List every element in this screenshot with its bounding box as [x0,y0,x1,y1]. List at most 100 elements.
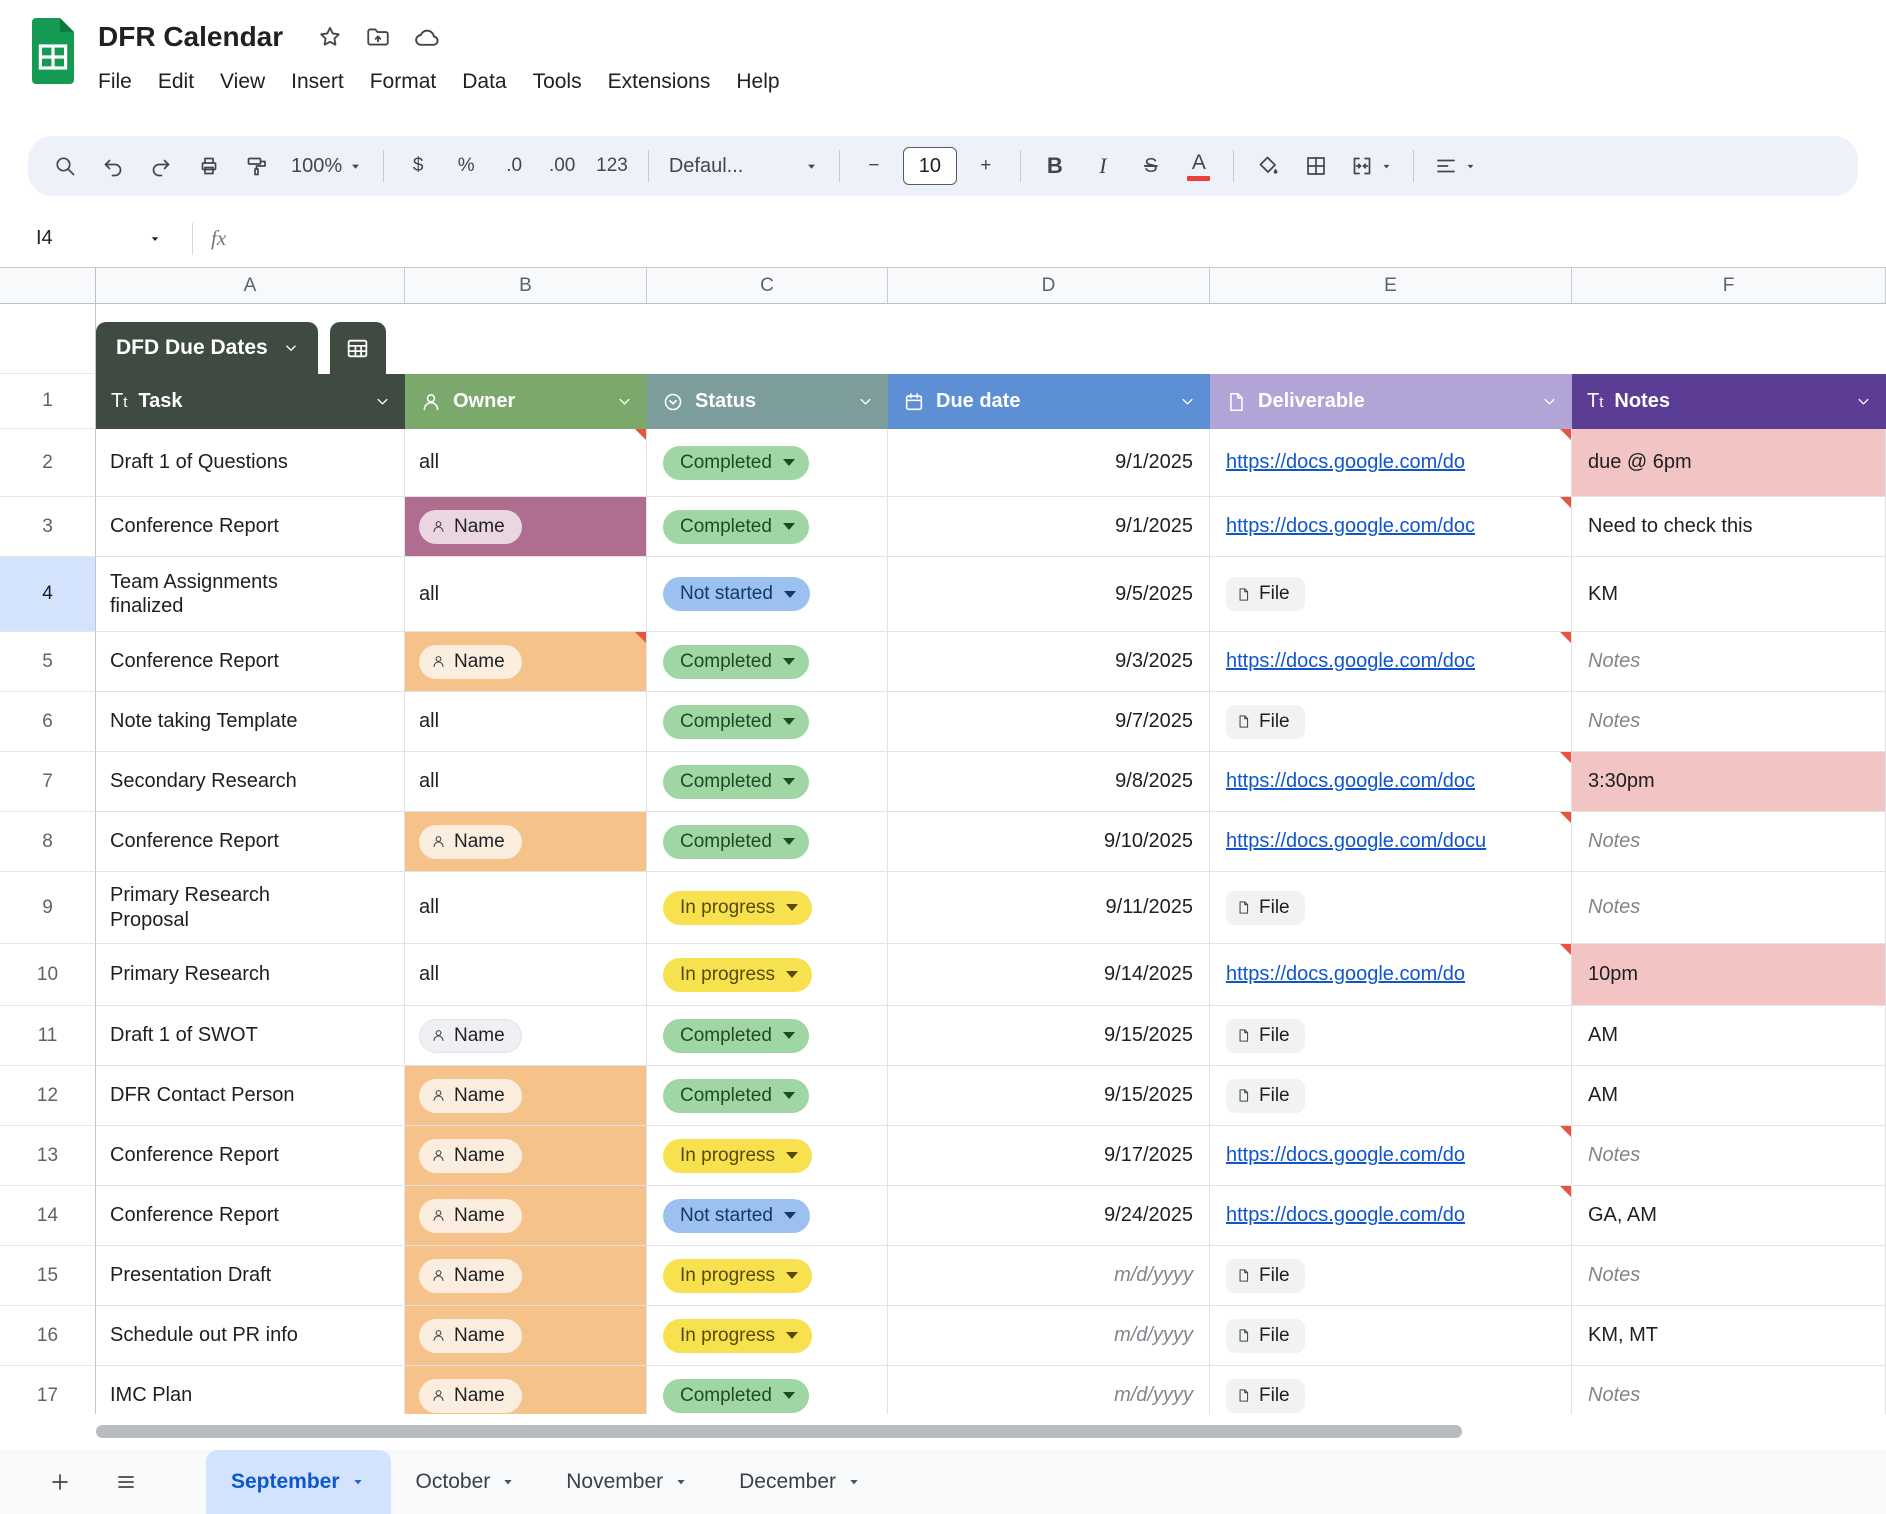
cell-status[interactable]: In progress [647,944,888,1006]
cell-deliverable[interactable]: https://docs.google.com/do [1210,1186,1572,1246]
row-header-2[interactable]: 2 [0,429,96,497]
status-chip[interactable]: In progress [663,1258,813,1293]
status-chip[interactable]: Completed [663,764,809,799]
cell-status[interactable]: Completed [647,812,888,872]
cell-deliverable[interactable]: File [1210,1246,1572,1306]
row-header-3[interactable]: 3 [0,497,96,557]
file-chip[interactable]: File [1226,1258,1305,1293]
column-header-f[interactable]: F [1572,268,1886,303]
status-chip[interactable]: Completed [663,1018,809,1053]
cell-task[interactable]: IMC Plan [96,1366,405,1414]
cell-deliverable[interactable]: https://docs.google.com/do [1210,1126,1572,1186]
cell-owner[interactable]: all [405,692,647,752]
row-header-7[interactable]: 7 [0,752,96,812]
file-chip[interactable]: File [1226,890,1305,925]
row-header-17[interactable]: 17 [0,1366,96,1414]
person-chip[interactable]: Name [419,644,522,679]
menu-format[interactable]: Format [357,64,450,100]
cell-notes[interactable]: KM [1572,557,1886,632]
zoom-selector[interactable]: 100% [282,143,372,189]
cell-due-date[interactable]: 9/1/2025 [888,497,1210,557]
column-header-b[interactable]: B [405,268,647,303]
status-chip[interactable]: In progress [663,1138,813,1173]
cell-deliverable[interactable]: File [1210,1366,1572,1414]
table-name-chip[interactable]: DFD Due Dates [96,322,318,374]
horizontal-scrollbar[interactable] [96,1425,1462,1438]
cell-due-date[interactable]: 9/11/2025 [888,872,1210,944]
cell-due-date[interactable]: 9/10/2025 [888,812,1210,872]
cell-owner[interactable]: all [405,429,647,497]
status-chip[interactable]: Completed [663,445,809,480]
cell-due-date[interactable]: 9/8/2025 [888,752,1210,812]
column-header-due-date[interactable]: Due date [888,374,1210,429]
column-header-owner[interactable]: Owner [405,374,647,429]
cell-status[interactable]: Completed [647,1066,888,1126]
cell-status[interactable]: In progress [647,1306,888,1366]
cell-task[interactable]: Draft 1 of SWOT [96,1006,405,1066]
cell-due-date[interactable]: 9/24/2025 [888,1186,1210,1246]
font-selector[interactable]: Defaul... [660,143,828,189]
cell-due-date[interactable]: 9/1/2025 [888,429,1210,497]
cell-notes[interactable]: KM, MT [1572,1306,1886,1366]
move-folder-button[interactable] [357,16,399,58]
cell-notes[interactable]: Notes [1572,1366,1886,1414]
person-chip[interactable]: Name [419,1138,522,1173]
cell-notes[interactable]: Notes [1572,1126,1886,1186]
sheet-tab-october[interactable]: October [391,1450,542,1514]
text-color-button[interactable]: A [1176,143,1222,189]
more-formats-button[interactable]: 123 [587,143,637,189]
status-chip[interactable]: In progress [663,890,813,925]
cell-task[interactable]: Conference Report [96,1126,405,1186]
cell-task[interactable]: Secondary Research [96,752,405,812]
menu-insert[interactable]: Insert [278,64,357,100]
cell-notes[interactable]: due @ 6pm [1572,429,1886,497]
cell-notes[interactable]: AM [1572,1066,1886,1126]
deliverable-link[interactable]: https://docs.google.com/doc [1226,515,1475,538]
file-chip[interactable]: File [1226,577,1305,611]
cell-owner[interactable]: Name [405,497,647,557]
cell-status[interactable]: In progress [647,1126,888,1186]
cell-notes[interactable]: Notes [1572,692,1886,752]
deliverable-link[interactable]: https://docs.google.com/doc [1226,650,1475,673]
cell-notes[interactable]: 10pm [1572,944,1886,1006]
cell-task[interactable]: Conference Report [96,1186,405,1246]
row-header-12[interactable]: 12 [0,1066,96,1126]
row-header-6[interactable]: 6 [0,692,96,752]
file-chip[interactable]: File [1226,1318,1305,1353]
menu-edit[interactable]: Edit [145,64,207,100]
sheet-tab-december[interactable]: December [714,1450,887,1514]
cell-status[interactable]: Completed [647,632,888,692]
menu-data[interactable]: Data [449,64,519,100]
column-header-status[interactable]: Status [647,374,888,429]
menu-extensions[interactable]: Extensions [595,64,724,100]
cell-task[interactable]: Presentation Draft [96,1246,405,1306]
cell-status[interactable]: Completed [647,692,888,752]
file-chip[interactable]: File [1226,1078,1305,1113]
increase-font-size-button[interactable]: + [963,143,1009,189]
cell-deliverable[interactable]: https://docs.google.com/docu [1210,812,1572,872]
row-header-11[interactable]: 11 [0,1006,96,1066]
cell-task[interactable]: Team Assignments finalized [96,557,405,632]
cell-due-date[interactable]: 9/17/2025 [888,1126,1210,1186]
sheet-tab-september[interactable]: September [206,1450,391,1514]
cell-deliverable[interactable]: File [1210,557,1572,632]
cell-status[interactable]: Completed [647,1006,888,1066]
cell-due-date[interactable]: 9/15/2025 [888,1066,1210,1126]
cell-owner[interactable]: Name [405,1126,647,1186]
decrease-font-size-button[interactable]: − [851,143,897,189]
font-size-input[interactable]: 10 [902,147,957,185]
row-header-4[interactable]: 4 [0,557,96,632]
status-chip[interactable]: Completed [663,704,809,739]
status-chip[interactable]: Completed [663,1078,809,1113]
cell-due-date[interactable]: 9/3/2025 [888,632,1210,692]
deliverable-link[interactable]: https://docs.google.com/do [1226,1144,1465,1167]
cell-task[interactable]: DFR Contact Person [96,1066,405,1126]
cell-status[interactable]: Not started [647,557,888,632]
person-chip[interactable]: Name [419,1078,522,1113]
cell-deliverable[interactable]: https://docs.google.com/doc [1210,632,1572,692]
cell-status[interactable]: Not started [647,1186,888,1246]
cell-owner[interactable]: Name [405,632,647,692]
sheet-tab-november[interactable]: November [541,1450,714,1514]
menu-file[interactable]: File [85,64,145,100]
cell-task[interactable]: Draft 1 of Questions [96,429,405,497]
